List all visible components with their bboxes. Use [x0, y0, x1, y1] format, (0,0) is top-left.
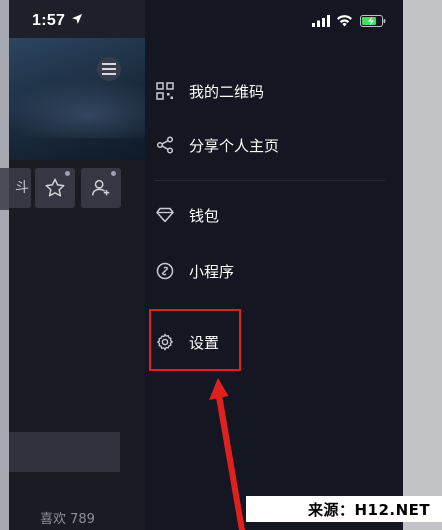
favorite-badge-dot: [65, 171, 70, 176]
menu-label-mini-program: 小程序: [189, 262, 235, 281]
battery-charging-icon: [360, 15, 386, 27]
watermark-text: 来源：H12.NET: [308, 500, 431, 519]
add-friend-button[interactable]: [81, 168, 121, 208]
background-profile-page: 斗 喜欢 789: [0, 0, 145, 530]
partial-button-text: 斗: [15, 180, 29, 196]
screen: 斗 喜欢 789 1:57 我的二维码 分享个人主页 钱包 小程序 设置 来源：…: [0, 0, 442, 530]
source-watermark: 来源：H12.NET: [246, 496, 442, 522]
left-strip-band: [0, 168, 9, 210]
profile-partial-button[interactable]: 斗: [9, 168, 31, 208]
menu-item-share-profile[interactable]: 分享个人主页: [155, 130, 279, 160]
add-user-icon: [92, 179, 110, 196]
favorite-button[interactable]: [35, 168, 75, 208]
menu-label-wallet: 钱包: [189, 206, 220, 225]
profile-menu-button[interactable]: [97, 57, 121, 81]
profile-body: [9, 160, 145, 530]
menu-divider: [155, 180, 385, 181]
wallet-diamond-icon: [155, 205, 175, 225]
cellular-signal-icon: [312, 15, 330, 27]
right-overlay-strip: [403, 0, 442, 530]
profile-header-banner: [0, 38, 145, 160]
mini-program-link-icon: [155, 261, 175, 281]
banner-shape: [0, 78, 145, 138]
star-icon: [45, 178, 65, 197]
share-icon: [155, 135, 175, 155]
menu-label-share-profile: 分享个人主页: [189, 136, 280, 155]
status-time: 1:57: [32, 12, 66, 29]
menu-item-wallet[interactable]: 钱包: [155, 200, 219, 230]
menu-item-qr-code[interactable]: 我的二维码: [155, 76, 264, 106]
left-overlay-strip: [0, 0, 9, 530]
menu-item-mini-program[interactable]: 小程序: [155, 256, 234, 286]
hamburger-menu-icon: [102, 63, 116, 75]
settings-highlight-box: [149, 309, 241, 371]
qr-code-icon: [155, 81, 175, 101]
wifi-icon: [337, 15, 352, 27]
profile-content-card: [9, 432, 120, 472]
menu-label-qr-code: 我的二维码: [189, 82, 265, 101]
location-arrow-icon: [72, 14, 82, 24]
likes-count[interactable]: 喜欢 789: [40, 508, 95, 527]
add-friend-badge-dot: [111, 171, 116, 176]
profile-action-row: 斗: [9, 168, 145, 210]
